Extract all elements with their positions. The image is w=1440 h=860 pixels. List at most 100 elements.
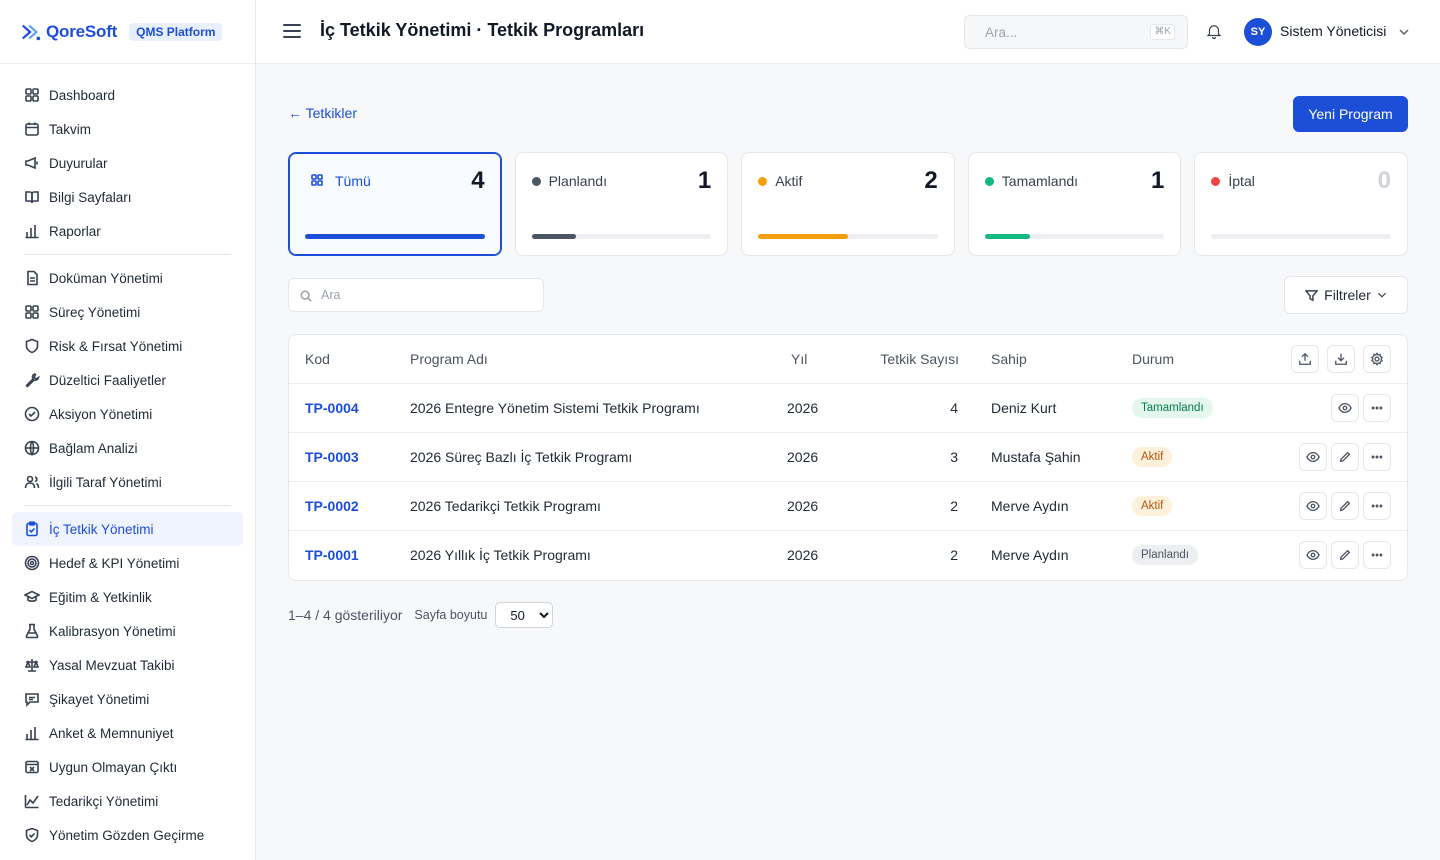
sidebar-item-shield-check[interactable]: Yönetim Gözden Geçirme <box>12 818 243 852</box>
user-name[interactable]: Sistem Yöneticisi <box>1280 23 1386 39</box>
table-settings-button[interactable] <box>1363 345 1391 373</box>
column-header-year[interactable]: Yıl <box>791 351 807 367</box>
sidebar-item-users[interactable]: İlgili Taraf Yönetimi <box>12 465 243 499</box>
sidebar-item-flask[interactable]: Kalibrasyon Yönetimi <box>12 614 243 648</box>
sidebar-item-globe[interactable]: Bağlam Analizi <box>12 431 243 465</box>
view-button[interactable] <box>1331 394 1359 422</box>
sidebar-item-megaphone[interactable]: Duyurular <box>12 146 243 180</box>
program-name: 2026 Yıllık İç Tetkik Programı <box>410 547 591 563</box>
column-header-code[interactable]: Kod <box>305 351 330 367</box>
sidebar-item-clipboard-check[interactable]: İç Tetkik Yönetimi <box>12 512 243 546</box>
status-card[interactable]: İptal 0 <box>1194 152 1408 256</box>
sidebar-item-graduation-cap[interactable]: Eğitim & Yetkinlik <box>12 580 243 614</box>
status-badge-label: Aktif <box>1132 496 1173 516</box>
search-shortcut-hint: ⌘K <box>1150 24 1175 40</box>
page-size-select[interactable]: 50 <box>495 602 554 628</box>
sidebar-item-grid[interactable]: Süreç Yönetimi <box>12 295 243 329</box>
notifications-bell-icon[interactable] <box>1205 22 1223 40</box>
more-actions-button[interactable] <box>1363 492 1391 520</box>
sidebar-item-label: Hedef & KPI Yönetimi <box>49 555 180 571</box>
sidebar-item-bar-chart[interactable]: Anket & Memnuniyet <box>12 716 243 750</box>
edit-button[interactable] <box>1331 541 1359 569</box>
program-owner: Mustafa Şahin <box>991 449 1081 465</box>
status-card[interactable]: Aktif 2 <box>741 152 955 256</box>
status-card-count: 2 <box>924 167 938 194</box>
download-icon <box>1335 353 1347 365</box>
sidebar-item-bar-chart[interactable]: Raporlar <box>12 214 243 248</box>
status-card[interactable]: Tümü 4 <box>288 152 502 256</box>
clipboard-check-icon <box>26 521 38 537</box>
user-avatar[interactable]: SY <box>1244 18 1272 46</box>
column-header-program-name[interactable]: Program Adı <box>410 351 488 367</box>
program-code-link[interactable]: TP-0001 <box>305 547 359 563</box>
status-dot <box>1211 176 1221 186</box>
sidebar-item-label: Takvim <box>49 121 92 137</box>
globe-icon <box>24 440 40 456</box>
new-program-button[interactable]: Yeni Program <box>1293 96 1408 132</box>
status-card[interactable]: Planlandı 1 <box>514 152 729 256</box>
table-search[interactable] <box>288 278 544 312</box>
megaphone-icon <box>25 156 38 170</box>
status-badge-label: Aktif <box>1132 447 1173 467</box>
sidebar-item-dashboard-grid[interactable]: Dashboard <box>12 78 243 112</box>
global-search-input[interactable] <box>965 16 1125 48</box>
sidebar-item-factory[interactable]: Tedarikçi Yönetimi <box>12 784 243 818</box>
eye-icon <box>1306 451 1320 463</box>
nav-group: İç Tetkik Yönetimi Hedef & KPI Yönetimi Eğ… <box>0 512 255 852</box>
audit-count: 2 <box>950 498 958 514</box>
edit-button[interactable] <box>1331 492 1359 520</box>
status-dot <box>531 176 541 186</box>
sidebar-item-book[interactable]: Bilgi Sayfaları <box>12 180 243 214</box>
filter-funnel-icon <box>1305 289 1319 301</box>
sidebar-item-label: Dashboard <box>49 87 116 103</box>
program-code-link[interactable]: TP-0003 <box>305 449 359 465</box>
status-card-header: Planlandı <box>531 173 607 189</box>
program-code-link[interactable]: TP-0004 <box>305 400 359 416</box>
status-badge-label: Tamamlandı <box>1132 398 1213 418</box>
table-row[interactable]: TP-0004 2026 Entegre Yönetim Sistemi Tetk… <box>289 384 1407 433</box>
status-dot <box>758 176 768 186</box>
view-button[interactable] <box>1299 541 1327 569</box>
table-search-input[interactable] <box>289 279 509 311</box>
program-code-link[interactable]: TP-0002 <box>305 498 359 514</box>
edit-button[interactable] <box>1331 443 1359 471</box>
download-button[interactable] <box>1327 345 1355 373</box>
user-menu-chevron-down-icon[interactable] <box>1398 25 1410 37</box>
brand-name: QoreSoft <box>46 21 118 41</box>
back-to-audits-link[interactable]: ← Tetkikler <box>288 105 357 121</box>
flask-icon <box>25 623 39 639</box>
sidebar-item-message[interactable]: Şikayet Yönetimi <box>12 682 243 716</box>
column-header-audit-count[interactable]: Tetkik Sayısı <box>880 351 959 367</box>
table-row[interactable]: TP-0003 2026 Süreç Bazlı İç Tetkik Progra… <box>289 433 1407 482</box>
status-card[interactable]: Tamamlandı 1 <box>967 152 1182 256</box>
platform-badge: QMS Platform <box>129 22 223 41</box>
bar-chart-icon <box>25 225 39 239</box>
global-search[interactable]: ⌘K <box>964 15 1188 49</box>
sidebar-item-target[interactable]: Hedef & KPI Yönetimi <box>12 546 243 580</box>
sidebar-item-scale[interactable]: Yasal Mevzuat Takibi <box>12 648 243 682</box>
status-card-label: Tümü <box>335 173 371 189</box>
table-row[interactable]: TP-0002 2026 Tedarikçi Tetkik Programı 202… <box>289 482 1407 531</box>
sidebar-item-wrench[interactable]: Düzeltici Faaliyetler <box>12 363 243 397</box>
view-button[interactable] <box>1299 443 1327 471</box>
export-upload-button[interactable] <box>1291 345 1319 373</box>
menu-toggle-icon[interactable] <box>283 24 301 38</box>
sidebar-item-label: Yasal Mevzuat Takibi <box>49 657 175 673</box>
qoresoft-logo[interactable]: QoreSoft <box>20 21 117 43</box>
column-header-owner[interactable]: Sahip <box>991 351 1027 367</box>
program-owner: Merve Aydın <box>991 547 1069 563</box>
more-actions-button[interactable] <box>1363 541 1391 569</box>
sidebar-item-calendar[interactable]: Takvim <box>12 112 243 146</box>
sidebar-item-document[interactable]: Doküman Yönetimi <box>12 261 243 295</box>
filters-button[interactable]: Filtreler <box>1284 276 1408 314</box>
view-button[interactable] <box>1299 492 1327 520</box>
sidebar-item-check-circle[interactable]: Aksiyon Yönetimi <box>12 397 243 431</box>
table-row[interactable]: TP-0001 2026 Yıllık İç Tetkik Programı 202… <box>289 531 1407 580</box>
more-actions-button[interactable] <box>1363 443 1391 471</box>
column-header-status[interactable]: Durum <box>1132 351 1174 367</box>
sidebar-item-shield[interactable]: Risk & Fırsat Yönetimi <box>12 329 243 363</box>
sidebar-item-x-box[interactable]: Uygun Olmayan Çıktı <box>12 750 243 784</box>
program-year: 2026 <box>787 449 819 465</box>
more-actions-button[interactable] <box>1363 394 1391 422</box>
pencil-icon <box>1339 500 1351 512</box>
